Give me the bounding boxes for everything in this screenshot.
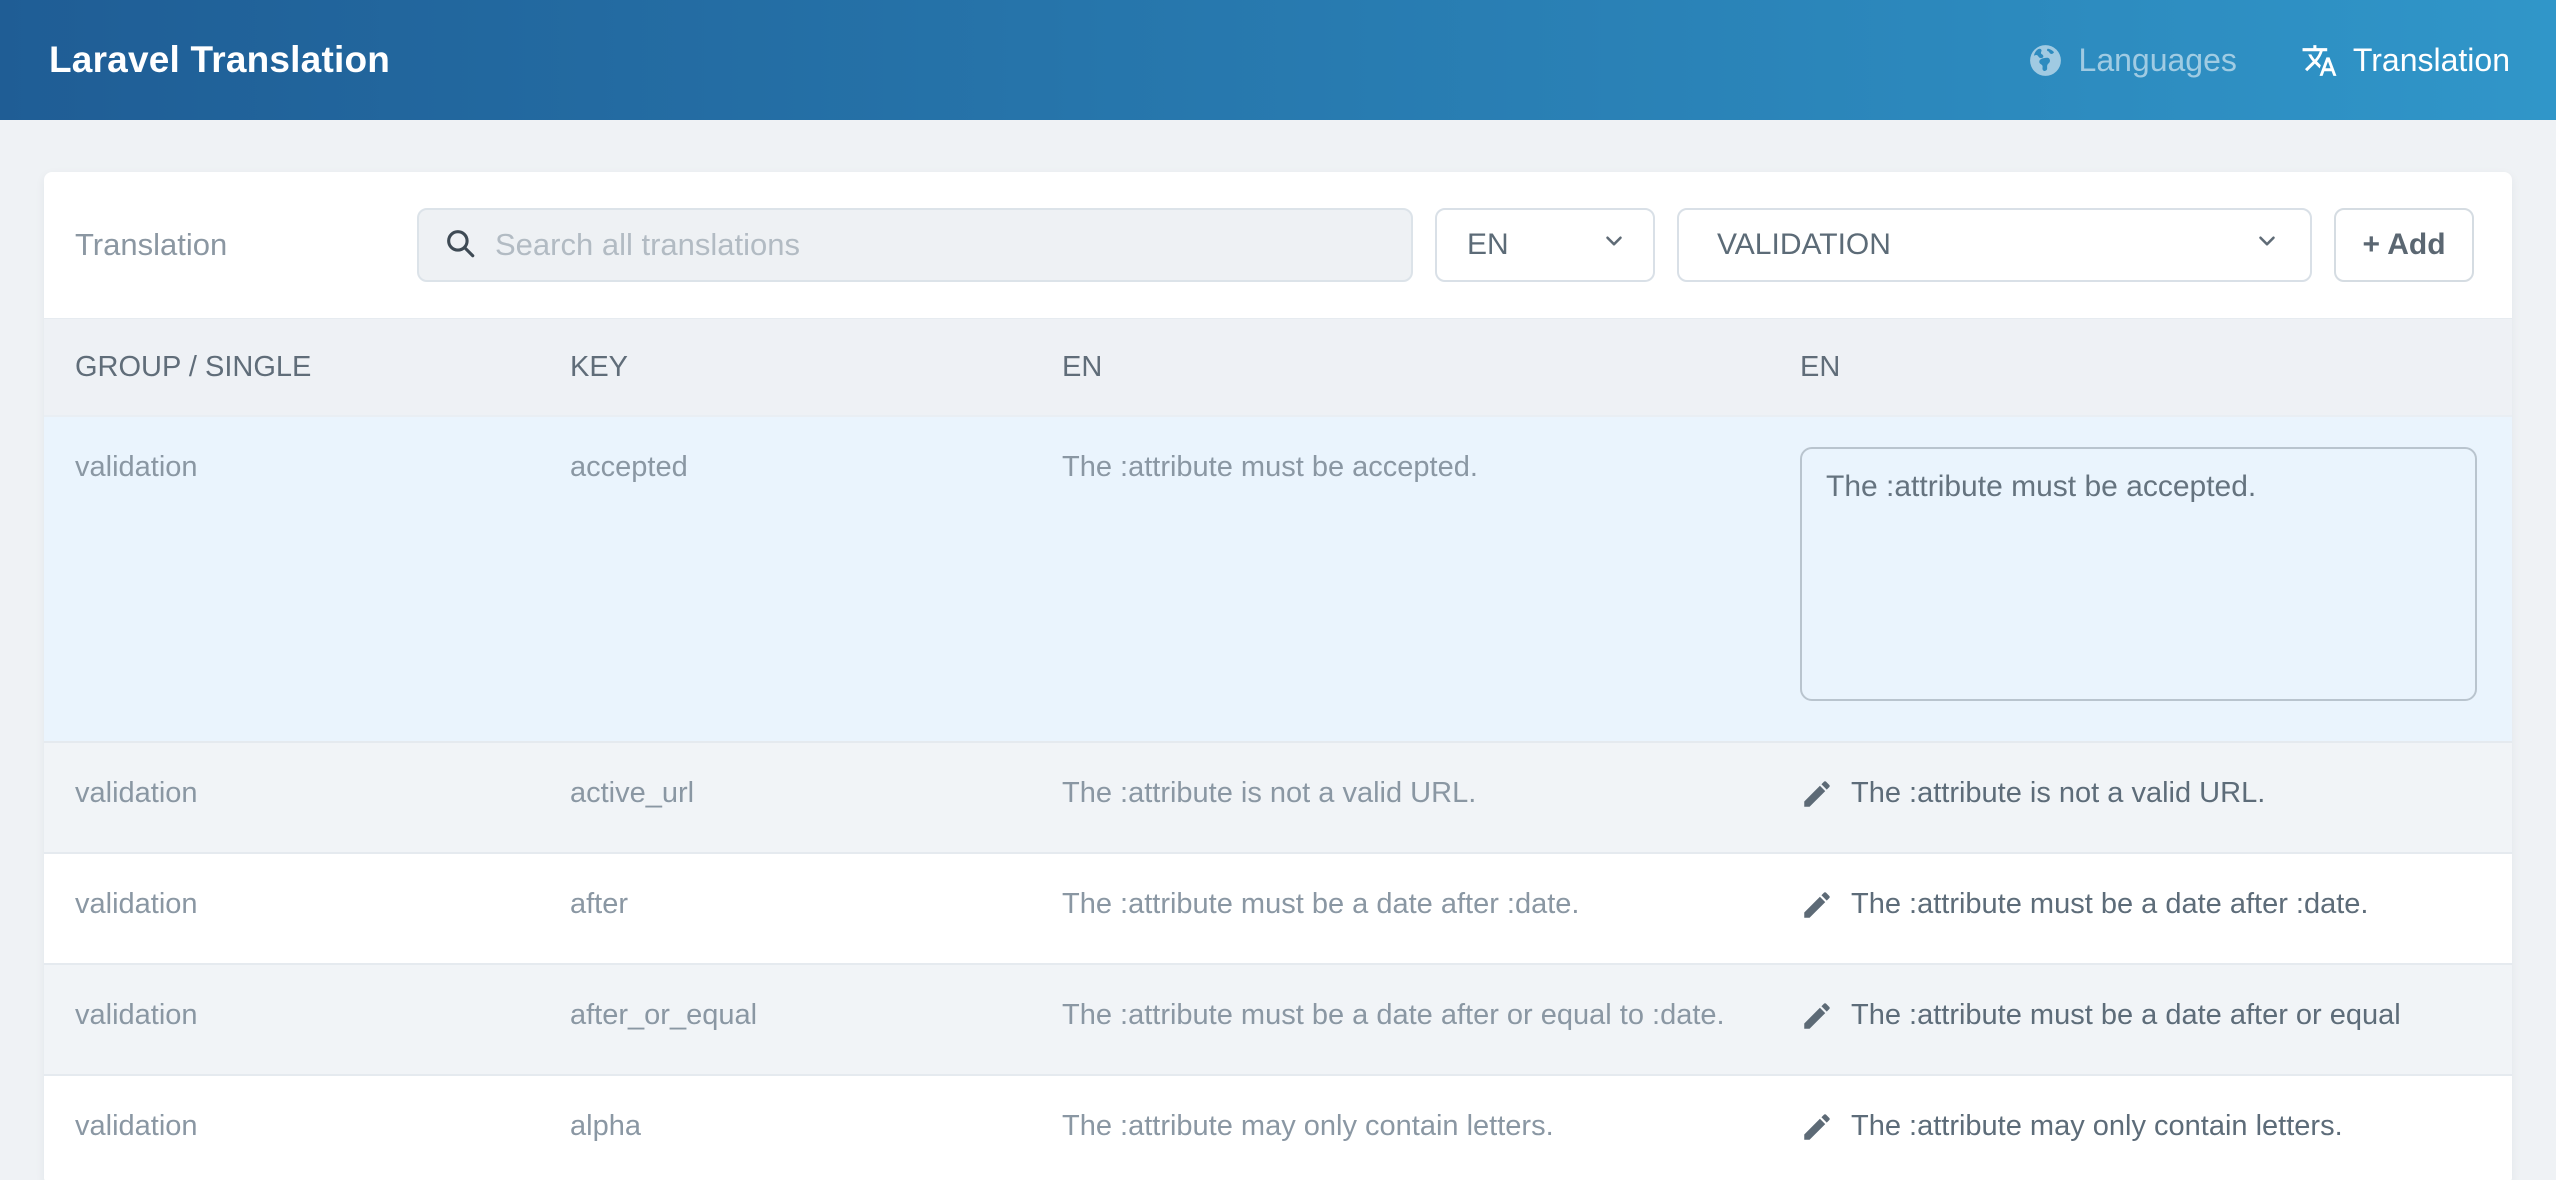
table-row: validation accepted The :attribute must … — [44, 415, 2512, 741]
pencil-edit-icon[interactable] — [1800, 1106, 1834, 1155]
source-cell: The :attribute must be a date after :dat… — [1062, 884, 1800, 924]
source-cell: The :attribute may only contain letters. — [1062, 1106, 1800, 1146]
translation-cell[interactable]: The :attribute must be a date after :dat… — [1800, 884, 2477, 933]
language-select-value: EN — [1467, 228, 1509, 262]
translate-icon — [2301, 42, 2338, 79]
translation-text: The :attribute must be a date after or e… — [1851, 995, 2401, 1035]
column-header-target: EN — [1800, 351, 2477, 384]
nav-item-translation[interactable]: Translation — [2301, 42, 2510, 79]
chevron-down-icon — [2254, 228, 2280, 262]
translation-text: The :attribute is not a valid URL. — [1851, 773, 2265, 813]
chevron-down-icon — [1601, 228, 1627, 262]
pencil-edit-icon[interactable] — [1800, 995, 1834, 1044]
translation-text: The :attribute must be a date after :dat… — [1851, 884, 2368, 924]
group-select-value: VALIDATION — [1717, 228, 1891, 262]
translation-cell: The :attribute must be accepted. — [1800, 447, 2477, 701]
translation-cell[interactable]: The :attribute may only contain letters. — [1800, 1106, 2477, 1155]
language-select[interactable]: EN — [1435, 208, 1655, 282]
translation-textarea[interactable]: The :attribute must be accepted. — [1800, 447, 2477, 701]
translation-cell[interactable]: The :attribute is not a valid URL. — [1800, 773, 2477, 822]
source-cell: The :attribute must be accepted. — [1062, 447, 1800, 487]
translation-text: The :attribute may only contain letters. — [1851, 1106, 2343, 1146]
column-header-key: KEY — [570, 351, 1062, 384]
key-cell: alpha — [570, 1106, 1062, 1146]
table-header-row: GROUP / SINGLE KEY EN EN — [44, 318, 2512, 415]
source-cell: The :attribute is not a valid URL. — [1062, 773, 1800, 813]
table-row: validation active_url The :attribute is … — [44, 741, 2512, 852]
nav-item-translation-label: Translation — [2353, 42, 2510, 79]
page-title: Translation — [75, 227, 417, 263]
search-input[interactable] — [495, 227, 1387, 263]
pencil-edit-icon[interactable] — [1800, 773, 1834, 822]
nav-item-languages[interactable]: Languages — [2027, 42, 2237, 79]
table-row: validation after_or_equal The :attribute… — [44, 963, 2512, 1074]
search-icon — [443, 226, 477, 265]
main-content: Translation EN VAL — [0, 172, 2556, 1180]
source-cell: The :attribute must be a date after or e… — [1062, 995, 1800, 1035]
globe-icon — [2027, 42, 2064, 79]
group-cell: validation — [75, 773, 570, 813]
group-cell: validation — [75, 995, 570, 1035]
translation-cell[interactable]: The :attribute must be a date after or e… — [1800, 995, 2477, 1044]
column-header-source: EN — [1062, 351, 1800, 384]
translation-card: Translation EN VAL — [44, 172, 2512, 1180]
key-cell: active_url — [570, 773, 1062, 813]
group-select[interactable]: VALIDATION — [1677, 208, 2312, 282]
group-cell: validation — [75, 1106, 570, 1146]
toolbar: Translation EN VAL — [44, 172, 2512, 318]
top-navbar: Laravel Translation Languages Translatio… — [0, 0, 2556, 120]
nav-item-languages-label: Languages — [2079, 42, 2237, 79]
group-cell: validation — [75, 447, 570, 487]
key-cell: after_or_equal — [570, 995, 1062, 1035]
pencil-edit-icon[interactable] — [1800, 884, 1834, 933]
group-cell: validation — [75, 884, 570, 924]
table-row: validation after The :attribute must be … — [44, 852, 2512, 963]
table-row: validation alpha The :attribute may only… — [44, 1074, 2512, 1180]
add-button[interactable]: + Add — [2334, 208, 2474, 282]
column-header-group: GROUP / SINGLE — [75, 351, 570, 384]
navbar-links: Languages Translation — [1963, 42, 2510, 79]
app-title: Laravel Translation — [49, 39, 390, 81]
key-cell: accepted — [570, 447, 1062, 487]
search-box[interactable] — [417, 208, 1413, 282]
key-cell: after — [570, 884, 1062, 924]
